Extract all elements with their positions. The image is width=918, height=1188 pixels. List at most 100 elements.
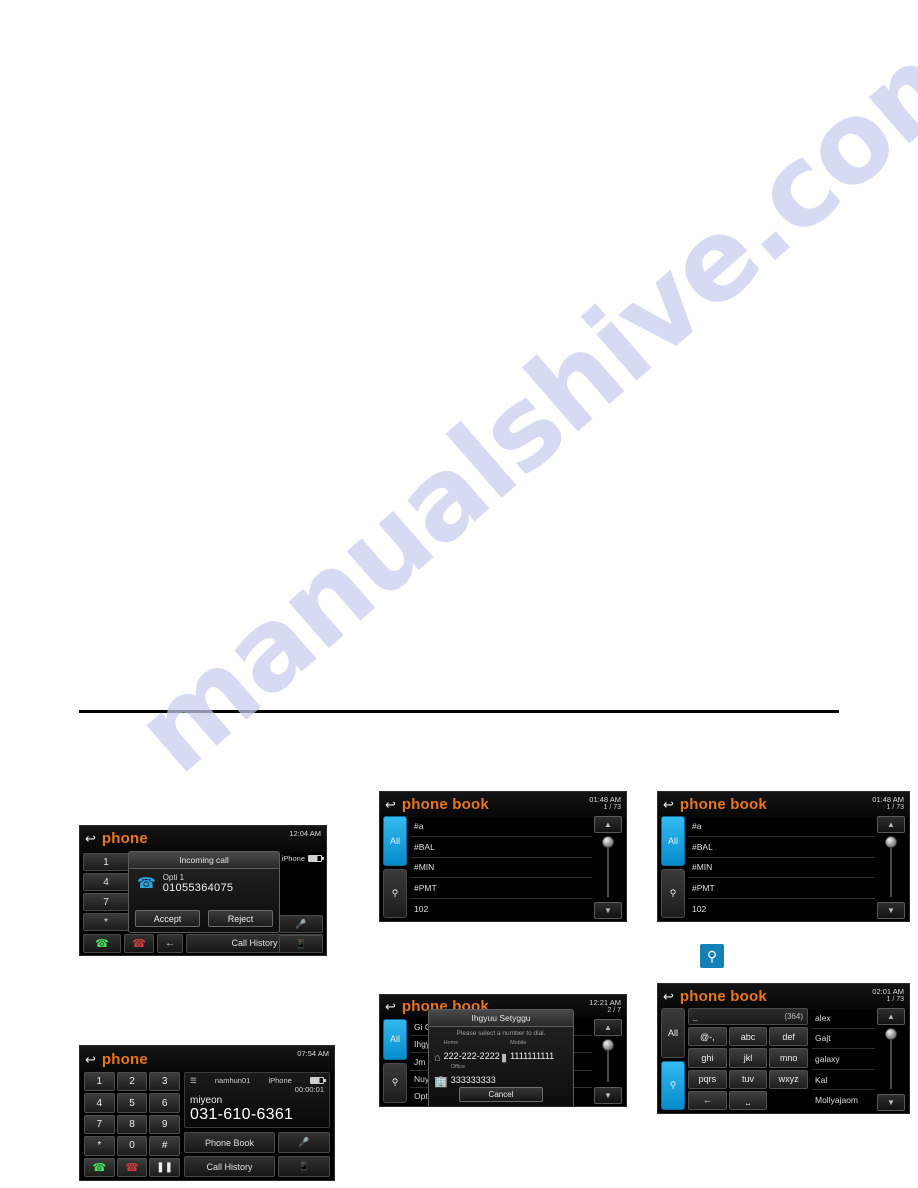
key-abc[interactable]: abc [728,1027,768,1047]
call-icon[interactable]: ☎ [83,933,121,953]
search-input[interactable]: _ (364) [688,1008,808,1025]
dialpad-key[interactable]: 4 [84,1093,115,1113]
chevron-up-icon[interactable]: ▲ [877,1008,905,1025]
chevron-down-icon[interactable]: ▼ [877,1094,905,1111]
back-arrow-icon[interactable]: ↪ [385,999,396,1014]
search-icon[interactable]: ⚲ [383,1062,407,1103]
dialpad-key[interactable]: 8 [116,1114,148,1135]
list-item[interactable]: #a [410,816,592,837]
key-def[interactable]: def [769,1027,809,1047]
chevron-up-icon[interactable]: ▲ [594,816,622,833]
tab-all[interactable]: All [661,1008,685,1058]
list-item[interactable]: alex [812,1008,875,1029]
key-ghi[interactable]: ghi [688,1048,727,1068]
dialpad-key[interactable]: 7 [83,893,129,911]
list-item[interactable]: #BAL [410,837,592,858]
scrollbar[interactable]: ▲ ▼ [876,1008,907,1111]
hangup-icon[interactable]: ☎ [124,933,154,953]
back-arrow-icon[interactable]: ↪ [85,831,96,846]
list-item[interactable]: #PMT [688,878,875,900]
number-option-home[interactable]: ⌂ Home 222-222-2222 [434,1040,501,1064]
number-option-mobile[interactable]: ▮ Mobile 1111111111 [501,1040,568,1064]
dialpad-key[interactable]: 2 [116,1072,148,1092]
dialpad-key[interactable]: 9 [149,1114,180,1135]
search-icon[interactable]: ⚲ [700,944,724,968]
space-icon[interactable]: ⎵ [728,1090,768,1110]
search-input-value: _ [693,1012,698,1021]
scrollbar[interactable]: ▲ ▼ [593,1019,624,1104]
accept-button[interactable]: Accept [135,910,200,927]
dialpad-key[interactable]: 6 [149,1093,180,1113]
dialpad-key[interactable]: 1 [84,1072,115,1092]
key-jkl[interactable]: jkl [728,1048,768,1068]
search-icon[interactable]: ⚲ [661,1060,685,1110]
dialog-header: Ihgyuu Setyggu [429,1010,573,1027]
tab-all[interactable]: All [383,1019,407,1060]
chevron-up-icon[interactable]: ▲ [877,816,905,833]
list-item[interactable]: #a [688,816,875,837]
cancel-button[interactable]: Cancel [459,1087,543,1102]
chevron-down-icon[interactable]: ▼ [594,1087,622,1104]
pause-icon[interactable]: ❚❚ [149,1157,180,1177]
action-main-column: Phone Book Call History [184,1132,275,1177]
list-item[interactable]: Gajt [812,1029,875,1050]
key-mno[interactable]: mno [769,1048,809,1068]
dialpad-key[interactable]: 5 [116,1093,148,1113]
list-item[interactable]: 102 [410,899,592,919]
back-arrow-icon[interactable]: ↪ [85,1052,96,1067]
key-symbols[interactable]: @-, [688,1027,727,1047]
screenshot-phone-book-2: ↪ phone book 01:48 AM 1 / 73 All ⚲ #a #B… [657,791,910,922]
key-wxyz[interactable]: wxyz [769,1069,809,1089]
chevron-down-icon[interactable]: ▼ [594,902,622,919]
list-item[interactable]: Kal [812,1070,875,1091]
chevron-up-icon[interactable]: ▲ [594,1019,622,1036]
list-item[interactable]: #MIN [688,858,875,879]
dialpad-key[interactable]: 1 [83,853,129,871]
back-arrow-icon[interactable]: ↪ [663,797,674,812]
list-item[interactable]: 102 [688,899,875,919]
call-history-button[interactable]: Call History [184,1156,275,1177]
list-item[interactable]: #BAL [688,837,875,858]
list-item[interactable]: Mollyajaom [812,1090,875,1110]
scroll-thumb[interactable] [885,836,897,848]
search-result-count: (364) [784,1012,803,1021]
list-item[interactable]: galaxy [812,1049,875,1070]
reject-button[interactable]: Reject [208,910,273,927]
dialpad-key[interactable]: 7 [84,1114,115,1135]
chevron-down-icon[interactable]: ▼ [877,902,905,919]
phone-audio-transfer-icon[interactable]: 📱 [279,935,323,953]
number-option-office[interactable]: 🏢 Office 333333333 [434,1064,501,1088]
dialpad-key[interactable]: 0 [116,1136,148,1156]
back-arrow-icon[interactable]: ↪ [663,989,674,1004]
microphone-mute-icon[interactable]: 🎤 [278,1132,330,1153]
tab-all[interactable]: All [661,816,685,866]
home-icon: ⌂ [434,1052,441,1064]
dialpad-key[interactable]: * [84,1136,115,1156]
scroll-thumb[interactable] [602,836,614,848]
call-icon[interactable]: ☎ [84,1157,115,1177]
list-item[interactable]: #PMT [410,878,592,900]
microphone-mute-icon[interactable]: 🎤 [279,915,323,933]
dialpad-key[interactable]: # [149,1136,180,1156]
search-icon[interactable]: ⚲ [383,868,407,918]
hangup-icon[interactable]: ☎ [116,1157,148,1177]
back-arrow-icon[interactable]: ↪ [385,797,396,812]
back-arrow-icon[interactable]: ← [157,933,183,953]
tab-all[interactable]: All [383,816,407,866]
dialpad-key[interactable]: 4 [83,873,129,891]
screenshot-phone-book-1: ↪ phone book 01:48 AM 1 / 73 All ⚲ #a #B… [379,791,627,922]
phone-book-button[interactable]: Phone Book [184,1132,275,1153]
scroll-thumb[interactable] [602,1039,614,1051]
list-item[interactable]: #MIN [410,858,592,879]
backspace-icon[interactable]: ← [688,1090,727,1110]
watermark-text: manualshive.com [112,0,918,799]
dialpad-key[interactable]: * [83,913,129,931]
scrollbar[interactable]: ▲ ▼ [876,816,907,919]
phone-audio-transfer-icon[interactable]: 📱 [278,1156,330,1177]
search-icon[interactable]: ⚲ [661,868,685,918]
dialpad-key[interactable]: 3 [149,1072,180,1092]
scrollbar[interactable]: ▲ ▼ [593,816,624,919]
key-tuv[interactable]: tuv [728,1069,768,1089]
scroll-thumb[interactable] [885,1028,897,1040]
key-pqrs[interactable]: pqrs [688,1069,727,1089]
